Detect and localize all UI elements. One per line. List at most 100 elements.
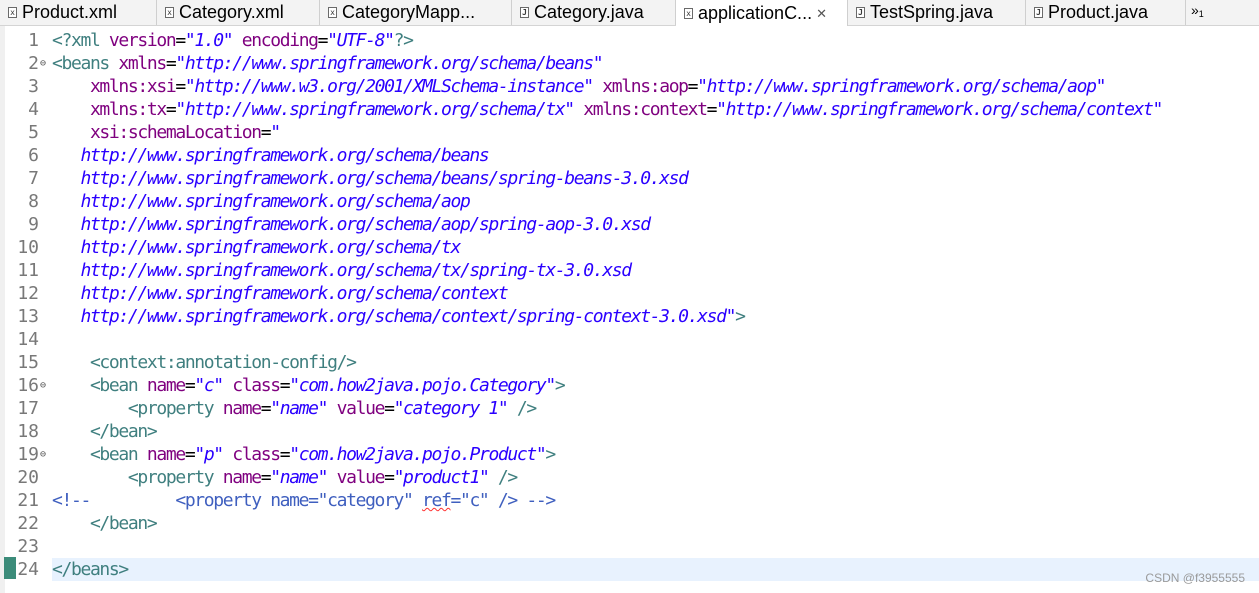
line-number: 13 — [17, 306, 39, 327]
code-text[interactable]: <bean name="p" class="com.how2java.pojo.… — [52, 443, 1259, 466]
line-number: 4 — [28, 99, 39, 120]
xml-file-icon — [8, 7, 17, 18]
code-text[interactable]: http://www.springframework.org/schema/co… — [52, 282, 1259, 305]
code-text[interactable]: http://www.springframework.org/schema/ao… — [52, 190, 1259, 213]
tab-categorymapp[interactable]: CategoryMapp... — [320, 0, 512, 25]
fold-toggle-icon[interactable]: ⊖ — [40, 443, 50, 466]
code-token: name — [222, 467, 262, 488]
code-text[interactable] — [52, 328, 1259, 351]
code-token: > — [554, 375, 566, 396]
code-token: ?> — [393, 30, 414, 51]
code-text[interactable]: <beans xmlns="http://www.springframework… — [52, 52, 1259, 75]
code-text[interactable]: http://www.springframework.org/schema/co… — [52, 305, 1259, 328]
tab-applicationc[interactable]: applicationC...✕ — [676, 0, 848, 26]
code-line[interactable]: 11 http://www.springframework.org/schema… — [0, 259, 1259, 282]
code-text[interactable]: http://www.springframework.org/schema/tx — [52, 236, 1259, 259]
code-token: xmlns:aop — [592, 76, 689, 97]
code-line[interactable]: 23 — [0, 535, 1259, 558]
code-line[interactable]: 24 </beans> — [0, 558, 1259, 581]
code-text[interactable]: </bean> — [52, 420, 1259, 443]
tab-overflow-chevron[interactable]: »1 — [1191, 0, 1211, 25]
tab-label: Product.xml — [22, 2, 118, 22]
code-line[interactable]: 14 — [0, 328, 1259, 351]
code-token: "category 1" — [393, 398, 509, 419]
line-number: 20 — [17, 467, 39, 488]
code-line[interactable]: 16 ⊖ <bean name="c" class="com.how2java.p… — [0, 374, 1259, 397]
code-token: = — [706, 99, 718, 120]
code-text[interactable] — [52, 535, 1259, 558]
tab-label: CategoryMapp... — [342, 2, 476, 22]
code-token: xmlns — [118, 53, 167, 74]
tab-testspring-java[interactable]: TestSpring.java — [848, 0, 1026, 25]
line-number: 9 — [28, 214, 39, 235]
code-line[interactable]: 20 <property name="name" value="product1… — [0, 466, 1259, 489]
code-line[interactable]: 3 xmlns:xsi="http://www.w3.org/2001/XMLS… — [0, 75, 1259, 98]
xml-file-icon — [328, 7, 337, 18]
fold-toggle-icon[interactable]: ⊖ — [40, 374, 50, 397]
code-token: "com.how2java.pojo.Category" — [289, 375, 556, 396]
code-line[interactable]: 8 http://www.springframework.org/schema/… — [0, 190, 1259, 213]
code-line[interactable]: 10 http://www.springframework.org/schema… — [0, 236, 1259, 259]
code-line[interactable]: 22 </bean> — [0, 512, 1259, 535]
code-text[interactable]: xmlns:xsi="http://www.w3.org/2001/XMLSch… — [52, 75, 1259, 98]
code-text[interactable]: http://www.springframework.org/schema/be… — [52, 144, 1259, 167]
line-number: 5 — [28, 122, 39, 143]
tab-category-xml[interactable]: Category.xml — [157, 0, 320, 25]
code-line[interactable]: 9 http://www.springframework.org/schema/… — [0, 213, 1259, 236]
code-token: = — [260, 122, 272, 143]
code-text[interactable]: xsi:schemaLocation=" — [52, 121, 1259, 144]
code-line[interactable]: 4 xmlns:tx="http://www.springframework.o… — [0, 98, 1259, 121]
code-text[interactable]: <bean name="c" class="com.how2java.pojo.… — [52, 374, 1259, 397]
code-text[interactable]: </bean> — [52, 512, 1259, 535]
code-token: > — [735, 306, 746, 327]
code-token: name — [146, 375, 186, 396]
code-text[interactable]: <?xml version="1.0" encoding="UTF-8"?> — [52, 29, 1259, 52]
code-text[interactable]: <context:annotation-config/> — [52, 351, 1259, 374]
fold-toggle-icon[interactable]: ⊖ — [40, 52, 50, 75]
code-line[interactable]: 5 xsi:schemaLocation=" — [0, 121, 1259, 144]
code-line[interactable]: 21 <!-- <property name="category" ref="c"… — [0, 489, 1259, 512]
code-token: = — [384, 467, 395, 488]
code-line[interactable]: 2 ⊖ <beans xmlns="http://www.springframewo… — [0, 52, 1259, 75]
xml-editor[interactable]: 1 <?xml version="1.0" encoding="UTF-8"?> 2… — [0, 26, 1259, 593]
tab-label: TestSpring.java — [870, 2, 994, 22]
code-text[interactable]: <property name="name" value="product1" /… — [52, 466, 1259, 489]
code-line[interactable]: 17 <property name="name" value="category… — [0, 397, 1259, 420]
code-text[interactable]: <property name="name" value="category 1"… — [52, 397, 1259, 420]
code-token: = — [317, 30, 329, 51]
code-line[interactable]: 6 http://www.springframework.org/schema/… — [0, 144, 1259, 167]
code-token: http://www.springframework.org/schema/tx — [52, 237, 461, 258]
code-line[interactable]: 18 </bean> — [0, 420, 1259, 443]
code-line[interactable]: 12 http://www.springframework.org/schema… — [0, 282, 1259, 305]
code-line[interactable]: 13 http://www.springframework.org/schema… — [0, 305, 1259, 328]
code-line[interactable]: 19 ⊖ <bean name="p" class="com.how2java.p… — [0, 443, 1259, 466]
code-line[interactable]: 1 <?xml version="1.0" encoding="UTF-8"?> — [0, 29, 1259, 52]
code-token: <property — [52, 398, 223, 419]
code-token: <!-- <property name="category" — [52, 490, 422, 511]
code-line[interactable]: 7 http://www.springframework.org/schema/… — [0, 167, 1259, 190]
code-text[interactable]: xmlns:tx="http://www.springframework.org… — [52, 98, 1259, 121]
code-token: class — [222, 375, 281, 396]
code-token: <beans — [52, 53, 119, 74]
code-token: /> — [488, 467, 518, 488]
code-token: </bean> — [52, 421, 158, 442]
line-number: 17 — [17, 398, 39, 419]
code-token: "http://www.w3.org/2001/XMLSchema-instan… — [184, 76, 594, 97]
code-line[interactable]: 15 <context:annotation-config/> — [0, 351, 1259, 374]
code-token: = — [279, 444, 291, 465]
code-text[interactable]: http://www.springframework.org/schema/ao… — [52, 213, 1259, 236]
code-text[interactable]: http://www.springframework.org/schema/be… — [52, 167, 1259, 190]
code-token: "UTF-8" — [327, 30, 395, 51]
line-number: 3 — [28, 76, 39, 97]
code-text[interactable]: <!-- <property name="category" ref="c" /… — [52, 489, 1259, 512]
code-token: "http://www.springframework.org/schema/a… — [697, 76, 1106, 97]
code-text[interactable]: </beans> — [52, 558, 1259, 581]
code-text[interactable]: http://www.springframework.org/schema/tx… — [52, 259, 1259, 282]
code-token: name — [222, 398, 262, 419]
tab-product-java[interactable]: Product.java — [1026, 0, 1186, 25]
tab-product-xml[interactable]: Product.xml — [0, 0, 157, 25]
close-tab-icon[interactable]: ✕ — [816, 1, 827, 26]
editor-tab-bar: Product.xml Category.xml CategoryMapp... Ca… — [0, 0, 1259, 26]
tab-category-java[interactable]: Category.java — [512, 0, 676, 25]
line-number: 8 — [28, 191, 39, 212]
